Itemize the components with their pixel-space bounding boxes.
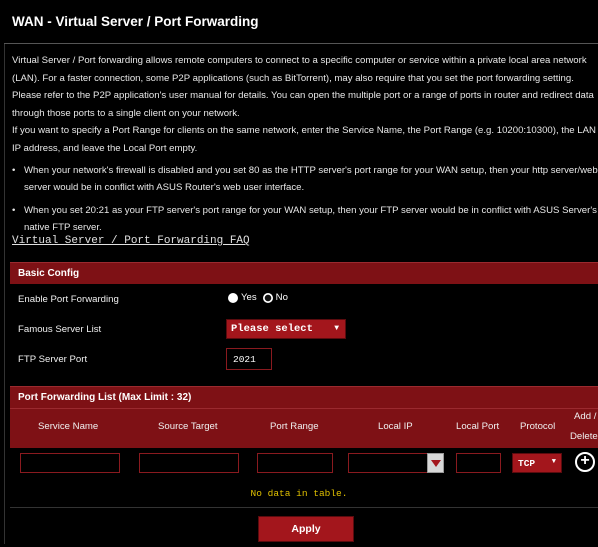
chevron-down-icon	[431, 460, 441, 467]
radio-no[interactable]	[262, 292, 273, 303]
enable-port-forwarding-radio-group: Yes No	[228, 292, 294, 303]
radio-yes-label: Yes	[241, 292, 257, 303]
column-protocol: Protocol	[520, 421, 556, 432]
ftp-server-port-input[interactable]: 2021	[226, 348, 272, 370]
port-range-input[interactable]	[257, 453, 333, 473]
note-item: • When you set 20:21 as your FTP server'…	[12, 202, 598, 236]
column-local-ip: Local IP	[378, 421, 413, 432]
radio-yes[interactable]	[228, 292, 238, 303]
local-ip-dropdown-button[interactable]	[427, 453, 444, 473]
note-text: When you set 20:21 as your FTP server's …	[24, 205, 597, 233]
enable-port-forwarding-label: Enable Port Forwarding	[18, 294, 119, 305]
apply-button[interactable]: Apply	[258, 516, 354, 542]
description-paragraph-2: If you want to specify a Port Range for …	[12, 125, 596, 154]
column-local-port: Local Port	[456, 421, 500, 432]
column-service-name: Service Name	[38, 421, 99, 432]
service-name-input[interactable]	[20, 453, 120, 473]
local-port-input[interactable]	[456, 453, 501, 473]
chevron-down-icon: ▼	[334, 324, 339, 333]
add-rule-button[interactable]: +	[575, 452, 595, 472]
column-port-range: Port Range	[270, 421, 319, 432]
famous-server-select-value: Please select	[231, 323, 313, 335]
description: Virtual Server / Port forwarding allows …	[12, 52, 598, 158]
bullet-icon: •	[12, 205, 16, 216]
port-forwarding-list-header: Port Forwarding List (Max Limit : 32)	[10, 386, 598, 408]
ftp-server-port-label: FTP Server Port	[18, 354, 88, 365]
column-delete: Delete	[570, 431, 598, 442]
note-item: • When your network's firewall is disabl…	[12, 162, 598, 196]
faq-link[interactable]: Virtual Server / Port Forwarding FAQ	[12, 235, 250, 247]
notes-list: • When your network's firewall is disabl…	[12, 162, 598, 242]
famous-server-list-label: Famous Server List	[18, 324, 102, 335]
left-border	[4, 44, 5, 544]
column-add: Add /	[574, 411, 597, 422]
famous-server-select[interactable]: Please select ▼	[226, 319, 346, 339]
description-paragraph-1: Virtual Server / Port forwarding allows …	[12, 55, 594, 119]
bullet-icon: •	[12, 165, 16, 176]
column-source-target: Source Target	[158, 421, 218, 432]
basic-config-header: Basic Config	[10, 262, 598, 284]
protocol-select-value: TCP	[518, 458, 536, 469]
port-forwarding-page: WAN - Virtual Server / Port Forwarding V…	[0, 0, 598, 547]
local-ip-input[interactable]	[348, 453, 428, 473]
table-column-headers: Service Name Source Target Port Range Lo…	[10, 408, 598, 448]
empty-table-message: No data in table.	[250, 488, 348, 499]
source-target-input[interactable]	[139, 453, 239, 473]
radio-no-label: No	[275, 292, 288, 303]
note-text: When your network's firewall is disabled…	[24, 165, 598, 193]
chevron-down-icon: ▼	[551, 458, 556, 466]
page-title: WAN - Virtual Server / Port Forwarding	[4, 8, 598, 44]
protocol-select[interactable]: TCP ▼	[512, 453, 562, 473]
